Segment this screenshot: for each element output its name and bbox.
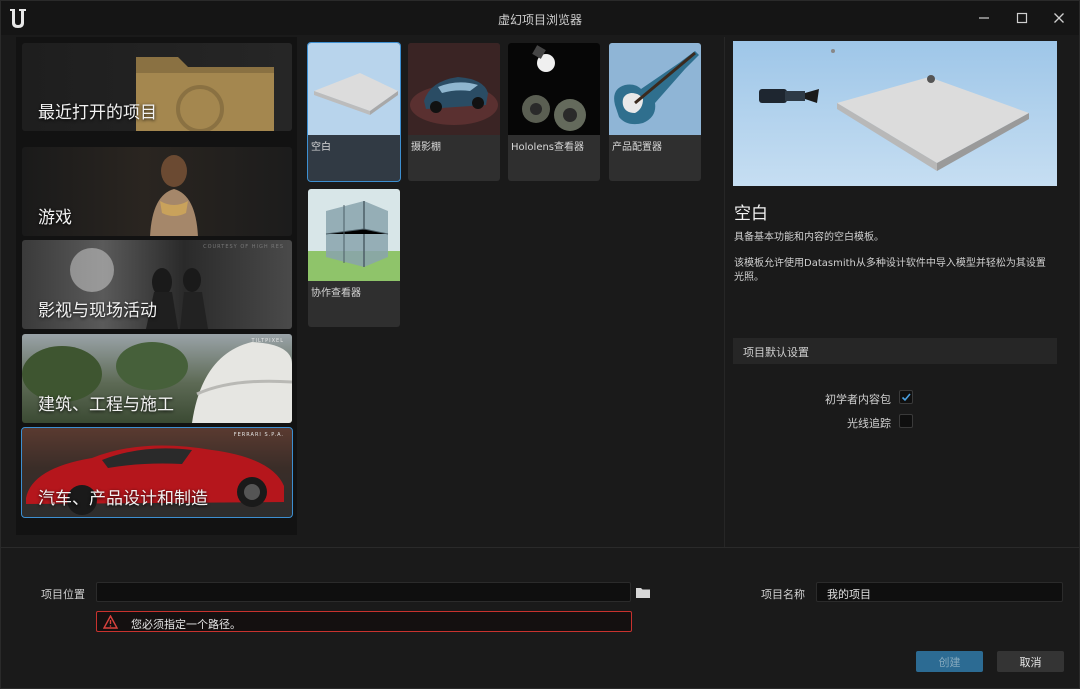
project-browser-window: 虚幻项目浏览器 最近打开的项目 游戏 COURTESY OF HIGH RES …: [0, 0, 1080, 689]
starter-content-checkbox[interactable]: [899, 390, 913, 404]
title-bar: 虚幻项目浏览器: [1, 1, 1079, 35]
path-error-message: 您必须指定一个路径。: [96, 611, 632, 632]
cancel-button[interactable]: 取消: [997, 651, 1064, 672]
category-automotive[interactable]: FERRARI S.P.A. 汽车、产品设计和制造: [21, 427, 293, 518]
guitar-thumbnail: [609, 43, 701, 135]
window-title: 虚幻项目浏览器: [497, 13, 582, 27]
template-collab-viewer[interactable]: 协作查看器: [308, 189, 400, 327]
raytracing-checkbox[interactable]: [899, 414, 913, 428]
photo-studio-thumbnail: [408, 43, 500, 135]
category-panel: 最近打开的项目 游戏 COURTESY OF HIGH RES 影视与现场活动: [16, 37, 297, 535]
checkmark-icon: [901, 393, 911, 402]
template-label: 协作查看器: [311, 288, 361, 299]
minimize-icon: [979, 17, 989, 19]
template-label: 空白: [311, 142, 331, 153]
template-label: Hololens查看器: [511, 142, 585, 153]
template-blank[interactable]: 空白: [307, 42, 401, 182]
maximize-button[interactable]: [1009, 7, 1035, 29]
template-preview-image: [733, 41, 1057, 186]
category-label: 最近打开的项目: [38, 103, 157, 123]
close-button[interactable]: [1046, 7, 1072, 29]
project-name-input[interactable]: 我的项目: [816, 582, 1063, 602]
category-label: 建筑、工程与施工: [38, 395, 174, 415]
template-description-line1: 具备基本功能和内容的空白模板。: [734, 232, 884, 243]
template-photo-studio[interactable]: 摄影棚: [408, 43, 500, 181]
raytracing-label: 光线追踪: [847, 417, 891, 430]
collab-viewer-thumbnail: [308, 189, 400, 281]
category-label: 影视与现场活动: [38, 301, 157, 321]
folder-browse-icon[interactable]: [635, 586, 651, 599]
project-location-label: 项目位置: [41, 588, 85, 601]
project-name-label: 项目名称: [761, 588, 805, 601]
category-games[interactable]: 游戏: [22, 147, 292, 236]
bottom-divider: [1, 547, 1079, 548]
category-label: 游戏: [38, 208, 72, 228]
image-credit: TILTPIXEL: [251, 338, 284, 344]
template-label: 产品配置器: [612, 142, 662, 153]
image-credit: FERRARI S.P.A.: [233, 432, 284, 438]
project-location-input[interactable]: [96, 582, 631, 602]
category-label: 汽车、产品设计和制造: [38, 489, 208, 509]
template-label: 摄影棚: [411, 142, 441, 153]
category-architecture[interactable]: TILTPIXEL 建筑、工程与施工: [22, 334, 292, 423]
error-text: 您必须指定一个路径。: [131, 618, 241, 631]
maximize-icon: [1016, 12, 1028, 24]
project-defaults-header: 项目默认设置: [733, 338, 1057, 364]
template-hololens-viewer[interactable]: Hololens查看器: [508, 43, 600, 181]
game-character-image: [150, 155, 198, 236]
hololens-thumbnail: [508, 43, 600, 135]
image-credit: COURTESY OF HIGH RES: [203, 244, 284, 250]
category-recent-projects[interactable]: 最近打开的项目: [22, 43, 292, 131]
template-title: 空白: [734, 204, 768, 224]
warning-icon: [103, 615, 118, 629]
starter-content-label: 初学者内容包: [825, 393, 891, 406]
panel-divider: [724, 37, 725, 547]
create-button[interactable]: 创建: [916, 651, 983, 672]
close-icon: [1054, 13, 1064, 23]
minimize-button[interactable]: [971, 7, 997, 29]
category-film-live-events[interactable]: COURTESY OF HIGH RES 影视与现场活动: [22, 240, 292, 329]
blank-template-thumbnail: [308, 43, 400, 135]
template-description-line2: 该模板允许使用Datasmith从多种设计软件中导入模型并轻松为其设置光照。: [734, 258, 1046, 283]
template-product-configurator[interactable]: 产品配置器: [609, 43, 701, 181]
